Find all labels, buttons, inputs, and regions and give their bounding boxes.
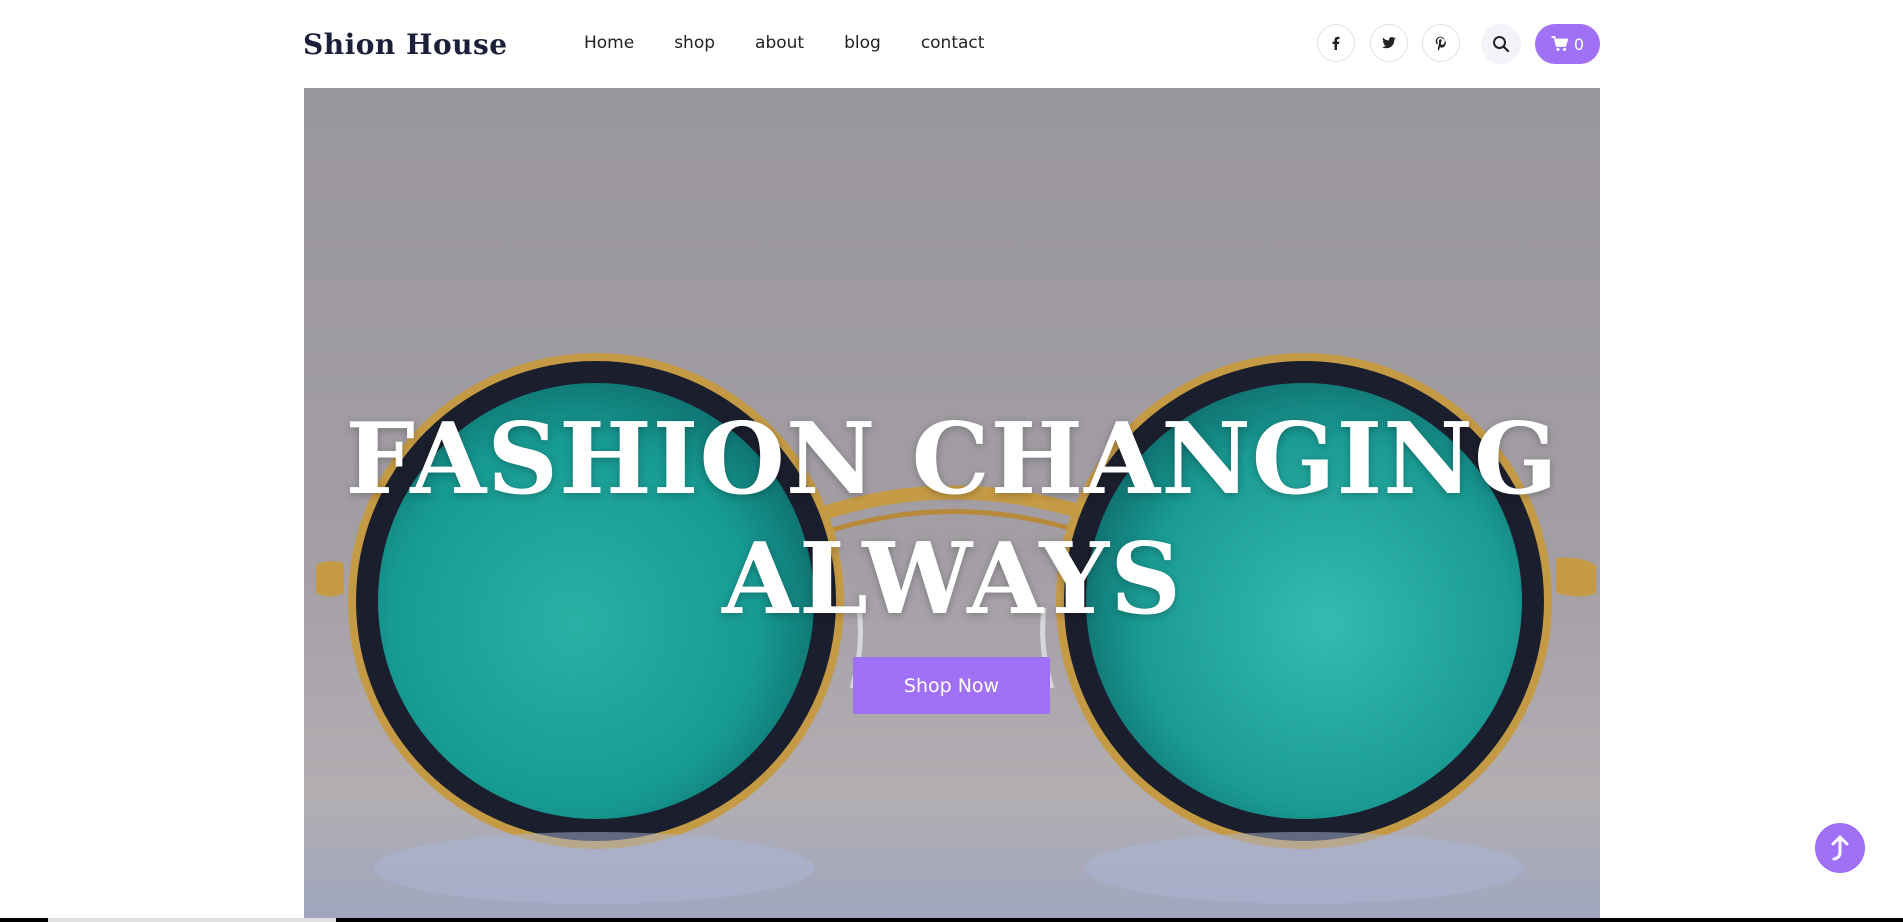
arrow-up-icon bbox=[1831, 835, 1849, 861]
facebook-button[interactable] bbox=[1317, 24, 1355, 62]
facebook-icon bbox=[1332, 36, 1340, 50]
site-logo[interactable]: Shion House bbox=[303, 28, 508, 61]
twitter-button[interactable] bbox=[1370, 24, 1408, 62]
hero-title-line2: ALWAYS bbox=[722, 522, 1182, 637]
nav-blog[interactable]: blog bbox=[844, 33, 881, 53]
twitter-icon bbox=[1382, 37, 1396, 49]
cart-button[interactable]: 0 bbox=[1535, 24, 1600, 64]
scroll-to-top-button[interactable] bbox=[1815, 823, 1865, 873]
site-header: Shion House Home shop about blog contact… bbox=[0, 0, 1903, 88]
search-button[interactable] bbox=[1481, 24, 1521, 64]
hero-title: FASHION CHANGING ALWAYS bbox=[304, 400, 1600, 640]
hero-banner: FASHION CHANGING ALWAYS Shop Now bbox=[304, 88, 1600, 922]
main-nav: Home shop about blog contact bbox=[584, 33, 984, 53]
pinterest-icon bbox=[1435, 36, 1446, 51]
pinterest-button[interactable] bbox=[1422, 24, 1460, 62]
shop-now-button[interactable]: Shop Now bbox=[853, 657, 1050, 714]
nav-contact[interactable]: contact bbox=[921, 33, 985, 53]
nav-about[interactable]: about bbox=[755, 33, 804, 53]
nav-home[interactable]: Home bbox=[584, 33, 634, 53]
cart-icon bbox=[1551, 36, 1569, 51]
hero-title-line1: FASHION CHANGING bbox=[345, 402, 1559, 517]
bottom-scrollbar bbox=[0, 918, 1903, 922]
cart-count: 0 bbox=[1573, 34, 1585, 54]
nav-shop[interactable]: shop bbox=[674, 33, 715, 53]
search-icon bbox=[1493, 36, 1510, 53]
scrollbar-thumb[interactable] bbox=[48, 918, 336, 922]
